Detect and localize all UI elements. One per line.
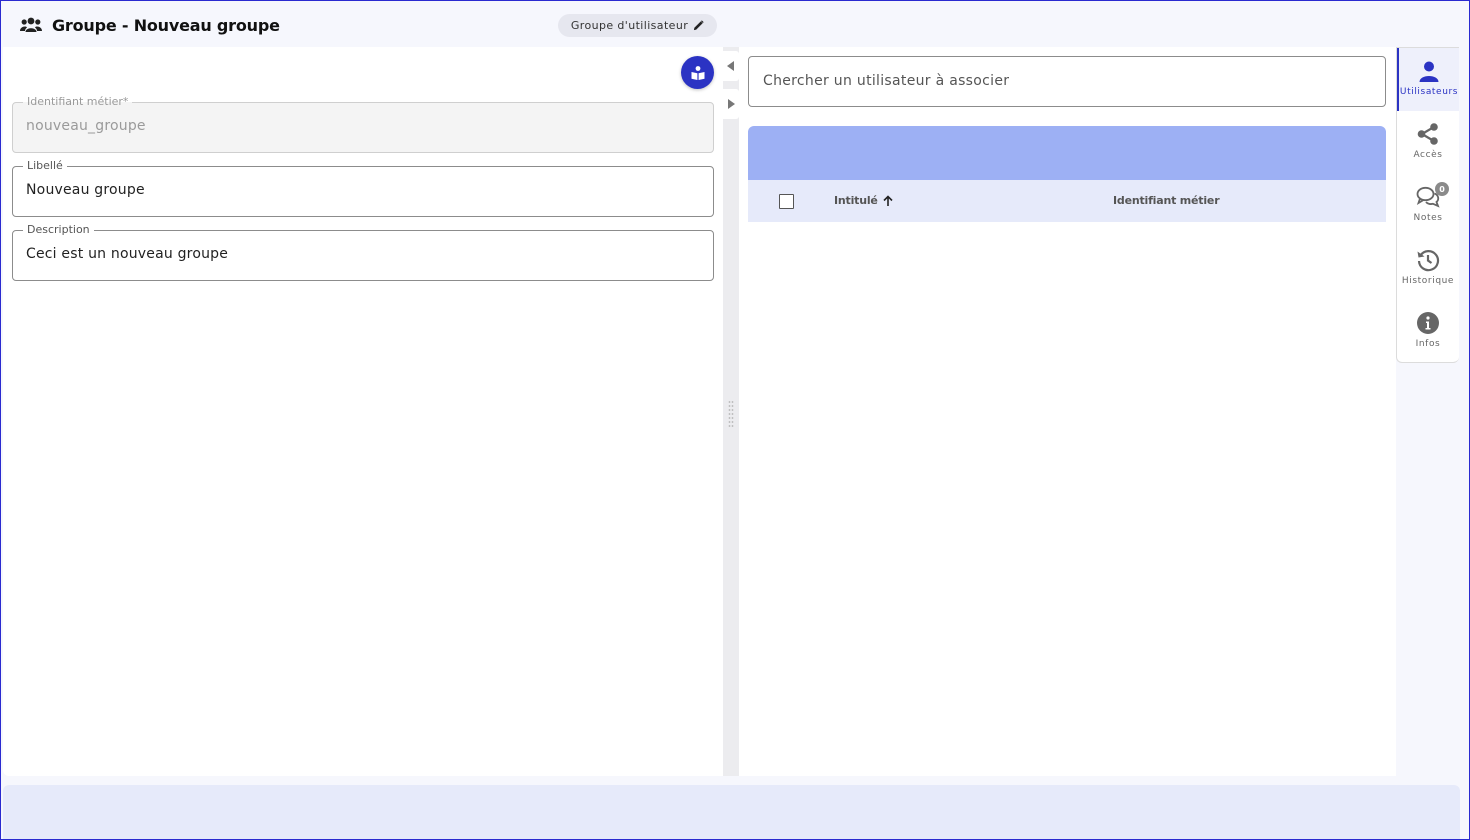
users-panel: Intitulé Identifiant métier [739,47,1396,776]
description-label: Description [23,223,94,237]
history-icon [1417,250,1440,272]
page-title: Groupe - Nouveau groupe [52,16,280,35]
caret-left-icon [727,61,734,71]
side-nav-access-label: Accès [1413,150,1443,160]
side-nav-access[interactable]: Accès [1397,111,1459,174]
arrow-up-icon [883,194,893,206]
user-icon [1419,61,1439,82]
side-nav-history[interactable]: Historique [1397,237,1459,300]
column-title-label: Intitulé [834,194,878,207]
group-form-panel: Identifiant métier* Libellé Description [3,47,723,776]
description-input[interactable] [26,246,696,262]
identifier-input [26,118,696,134]
book-reader-icon [691,65,704,80]
select-all-checkbox[interactable] [779,194,794,209]
collapse-right-button[interactable] [723,89,739,119]
user-search-input[interactable] [763,73,1373,89]
side-nav-notes[interactable]: 0 Notes [1397,174,1459,237]
users-icon [20,17,42,32]
libelle-label: Libellé [23,159,67,173]
description-field[interactable]: Description [12,223,714,281]
footer-bar [3,785,1460,840]
page-header: Groupe - Nouveau groupe Groupe d'utilisa… [0,0,1470,47]
side-nav-users[interactable]: Utilisateurs [1397,48,1459,111]
group-type-chip[interactable]: Groupe d'utilisateur [558,14,717,37]
drag-handle-icon[interactable] [728,400,734,430]
column-header-identifier[interactable]: Identifiant métier [1113,194,1220,207]
table-header: Intitulé Identifiant métier [748,180,1386,222]
side-nav-users-label: Utilisateurs [1399,87,1459,97]
caret-right-icon [728,99,735,109]
libelle-input[interactable] [26,182,696,198]
libelle-field[interactable]: Libellé [12,159,714,217]
collapse-left-button[interactable] [723,51,739,81]
side-nav-info-label: Infos [1415,339,1441,349]
table-toolbar [748,126,1386,180]
side-nav-notes-label: Notes [1413,213,1443,223]
help-button[interactable] [681,56,714,89]
user-search-box[interactable] [748,56,1386,107]
column-header-title[interactable]: Intitulé [834,194,894,207]
identifier-label: Identifiant métier* [23,95,133,109]
info-icon [1417,312,1439,334]
group-type-label: Groupe d'utilisateur [570,19,689,32]
side-nav-history-label: Historique [1401,276,1455,286]
users-table: Intitulé Identifiant métier [748,126,1386,222]
side-nav: Utilisateurs Accès 0 Notes Historique In… [1396,47,1459,363]
side-nav-info[interactable]: Infos [1397,300,1459,363]
share-icon [1417,123,1438,145]
identifier-field: Identifiant métier* [12,95,714,153]
notes-count-badge: 0 [1435,182,1449,196]
pencil-icon [694,20,704,31]
side-nav-gutter [1459,47,1470,776]
